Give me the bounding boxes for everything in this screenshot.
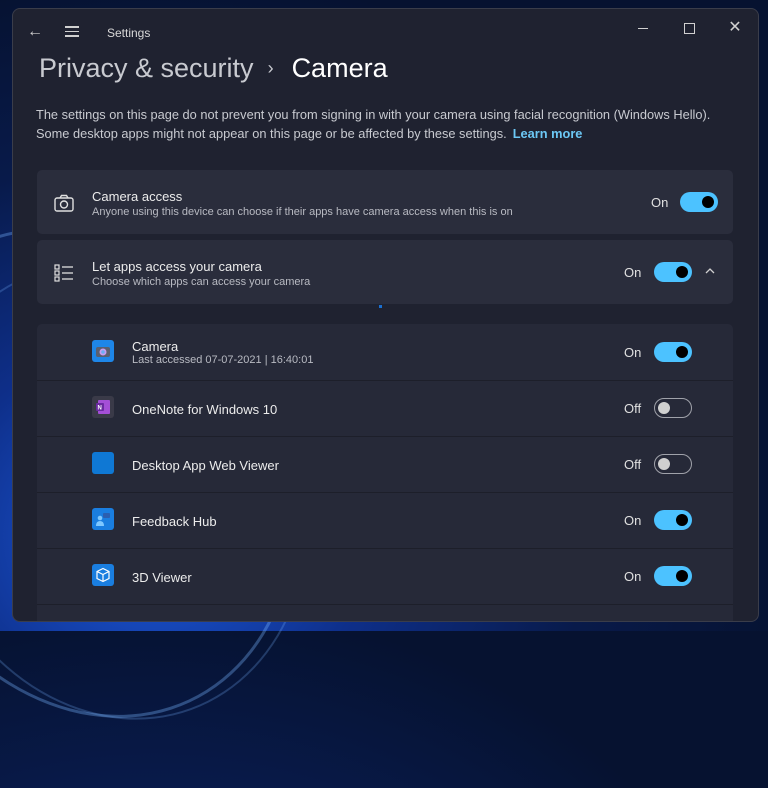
arrow-left-icon: ← — [27, 23, 43, 40]
list-item-onenote: N OneNote for Windows 10 Off — [37, 380, 733, 437]
app-name: OneNote for Windows 10 — [132, 402, 278, 417]
setting-title: Let apps access your camera — [92, 259, 262, 274]
toggle-state-label: On — [624, 569, 642, 584]
list-item-feedback-hub: Feedback Hub On — [37, 492, 733, 549]
onenote-icon: N — [92, 396, 114, 418]
chevron-up-icon[interactable] — [705, 266, 715, 276]
web-viewer-icon — [92, 452, 114, 474]
toggle-knob — [676, 514, 688, 526]
title-bar: ← Settings ✕ — [13, 9, 758, 53]
toggle-knob — [702, 196, 714, 208]
feedback-hub-icon — [92, 508, 114, 530]
web-viewer-toggle[interactable] — [654, 454, 692, 474]
camera-app-toggle[interactable] — [654, 342, 692, 362]
setting-description: Anyone using this device can choose if t… — [92, 206, 513, 218]
setting-title: Camera access — [92, 189, 183, 204]
toggle-knob — [676, 266, 688, 278]
toggle-state-label: Off — [624, 457, 642, 472]
close-icon: ✕ — [728, 19, 742, 36]
back-button[interactable]: ← — [27, 23, 45, 41]
hamburger-icon — [65, 26, 83, 37]
toggle-state-label: On — [624, 265, 642, 280]
3d-viewer-icon — [92, 564, 114, 586]
minimize-icon — [638, 27, 648, 29]
minimize-button[interactable] — [620, 9, 666, 41]
toggle-state-label: Off — [624, 401, 642, 416]
chevron-right-icon: › — [267, 58, 274, 78]
toggle-knob — [658, 458, 670, 470]
window-title: Settings — [107, 26, 151, 40]
toggle-state-label: On — [624, 513, 642, 528]
page-title: Camera — [291, 53, 388, 83]
intro-description: The settings on this page do not prevent… — [36, 107, 711, 141]
camera-access-toggle[interactable] — [680, 192, 718, 212]
maximize-icon — [683, 22, 695, 34]
learn-more-link[interactable]: Learn more — [513, 126, 583, 141]
list-item-camera: Camera Last accessed 07-07-2021 | 16:40:… — [37, 324, 733, 381]
setting-description: Choose which apps can access your camera — [92, 276, 311, 288]
breadcrumb: Privacy & security › Camera — [39, 53, 388, 84]
feedback-hub-toggle[interactable] — [654, 510, 692, 530]
settings-window: ← Settings ✕ Privacy & security › Camera… — [12, 8, 759, 622]
focus-indicator — [379, 305, 382, 308]
breadcrumb-parent[interactable]: Privacy & security — [39, 53, 254, 84]
last-accessed: Last accessed 07-07-2021 | 16:40:01 — [132, 354, 314, 366]
app-name: Camera — [132, 339, 179, 354]
app-access-toggle[interactable] — [654, 262, 692, 282]
maximize-button[interactable] — [666, 9, 712, 41]
app-name: 3D Viewer — [132, 570, 192, 585]
svg-text:N: N — [98, 406, 102, 412]
app-name: Desktop App Web Viewer — [132, 458, 279, 473]
toggle-state-label: On — [624, 345, 642, 360]
camera-access-card: Camera access Anyone using this device c… — [37, 170, 733, 234]
app-name: Feedback Hub — [132, 514, 217, 529]
app-list: Camera Last accessed 07-07-2021 | 16:40:… — [37, 324, 733, 621]
nav-menu-button[interactable] — [65, 23, 83, 41]
list-item-desktop-app-web-viewer: Desktop App Web Viewer Off — [37, 436, 733, 493]
toggle-knob — [676, 570, 688, 582]
onenote-toggle[interactable] — [654, 398, 692, 418]
3d-viewer-toggle[interactable] — [654, 566, 692, 586]
camera-app-icon — [92, 340, 114, 362]
list-icon — [54, 264, 73, 282]
toggle-knob — [658, 402, 670, 414]
list-item-3d-viewer: 3D Viewer On — [37, 548, 733, 605]
close-button[interactable]: ✕ — [712, 9, 758, 41]
toggle-knob — [676, 346, 688, 358]
toggle-state-label: On — [651, 195, 669, 210]
intro-text: The settings on this page do not prevent… — [36, 105, 726, 143]
camera-icon — [54, 194, 74, 212]
app-access-card[interactable]: Let apps access your camera Choose which… — [37, 240, 733, 304]
